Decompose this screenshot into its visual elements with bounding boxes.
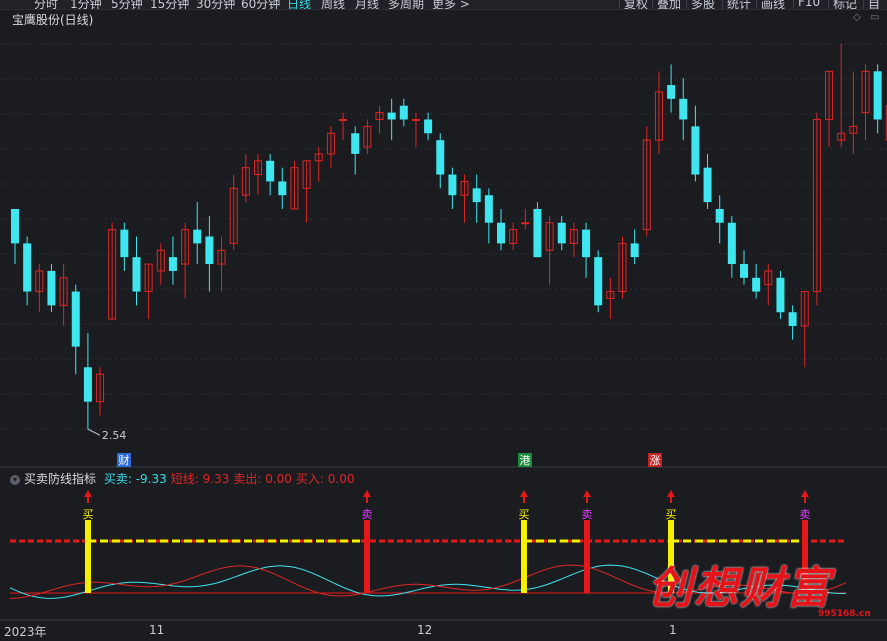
candle-body	[521, 222, 530, 225]
candle-body	[727, 222, 736, 265]
sell-signal-label: 卖	[800, 508, 811, 521]
candle-body	[387, 112, 396, 120]
candle-body	[788, 312, 797, 326]
candle-body	[484, 195, 493, 223]
candle-body	[424, 119, 433, 134]
candle-body	[873, 71, 882, 120]
candle-body	[582, 229, 591, 258]
candle-body	[703, 167, 712, 203]
event-badge-text: 港	[520, 454, 531, 467]
candle-body	[83, 367, 92, 402]
chart-canvas: 3.112.54财港涨买卖买卖买卖	[0, 43, 887, 621]
signal-arrow-icon	[84, 490, 92, 497]
candle-body	[472, 188, 481, 203]
date-label-year: 2023年	[4, 625, 47, 639]
candle-body	[776, 277, 785, 313]
low-pointer	[87, 428, 101, 436]
candle-body	[436, 140, 445, 175]
indicator-name[interactable]: 买卖防线指标	[24, 472, 96, 486]
date-label-nov: 11	[149, 623, 165, 637]
candle-body	[667, 85, 676, 99]
sell-signal-bar	[584, 520, 590, 593]
candle-body	[448, 174, 457, 196]
candle-body	[533, 208, 542, 258]
candle-body	[132, 257, 141, 292]
candle-body	[679, 98, 688, 120]
candle-body	[691, 126, 700, 175]
date-label-dec: 12	[417, 623, 433, 637]
buy-signal-label: 买	[519, 508, 530, 521]
buy-signal-label: 买	[83, 508, 94, 521]
candle-body	[497, 222, 505, 244]
candle-body	[399, 105, 408, 120]
candle-body	[205, 236, 214, 265]
signal-arrow-icon	[520, 490, 528, 497]
candle-body	[411, 118, 420, 121]
sell-signal-bar	[364, 520, 370, 593]
buy-signal-label: 买	[666, 508, 677, 521]
event-badge-text: 财	[119, 453, 130, 467]
sell-signal-label: 卖	[362, 508, 373, 521]
event-badge-text: 涨	[650, 454, 661, 467]
indicator-value-2: 卖出: 0.00	[233, 472, 292, 486]
candle-body	[278, 181, 287, 196]
candle-body	[266, 160, 275, 182]
low-price-label: 2.54	[102, 429, 127, 442]
candle-body	[752, 277, 761, 292]
signal-arrow-icon	[583, 490, 591, 497]
candle-body	[740, 264, 748, 278]
candle-body	[120, 229, 129, 258]
buy-signal-bar	[521, 520, 527, 593]
sell-signal-label: 卖	[582, 508, 593, 521]
signal-arrow-icon	[801, 490, 809, 497]
watermark-url: 995168.cn	[818, 609, 871, 619]
indicator-value-0: 买卖: -9.33	[103, 472, 167, 486]
candle-body	[71, 291, 80, 347]
candle-body	[351, 133, 360, 154]
candle-body	[339, 118, 348, 121]
candle-body	[557, 222, 566, 244]
indicator-value-1: 短线: 9.33	[170, 472, 230, 486]
candle-body	[594, 257, 603, 306]
signal-arrow-icon	[667, 490, 675, 497]
indicator-header: ▾ 买卖防线指标 买卖: -9.33 短线: 9.33 卖出: 0.00 买入: 0.0…	[10, 470, 363, 487]
date-label-jan: 1	[669, 623, 677, 637]
candle-body	[193, 229, 202, 244]
candle-body	[23, 243, 32, 292]
watermark-logo: 创想财富	[648, 563, 832, 614]
chevron-down-icon[interactable]: ▾	[10, 474, 20, 485]
candle-body	[11, 208, 19, 244]
indicator-value-3: 买入: 0.00	[295, 472, 355, 486]
candle-body	[168, 257, 177, 271]
buy-signal-bar	[85, 520, 91, 593]
candle-body	[47, 270, 56, 306]
signal-arrow-icon	[363, 490, 371, 497]
candle-body	[630, 243, 639, 258]
candle-body	[715, 208, 724, 223]
